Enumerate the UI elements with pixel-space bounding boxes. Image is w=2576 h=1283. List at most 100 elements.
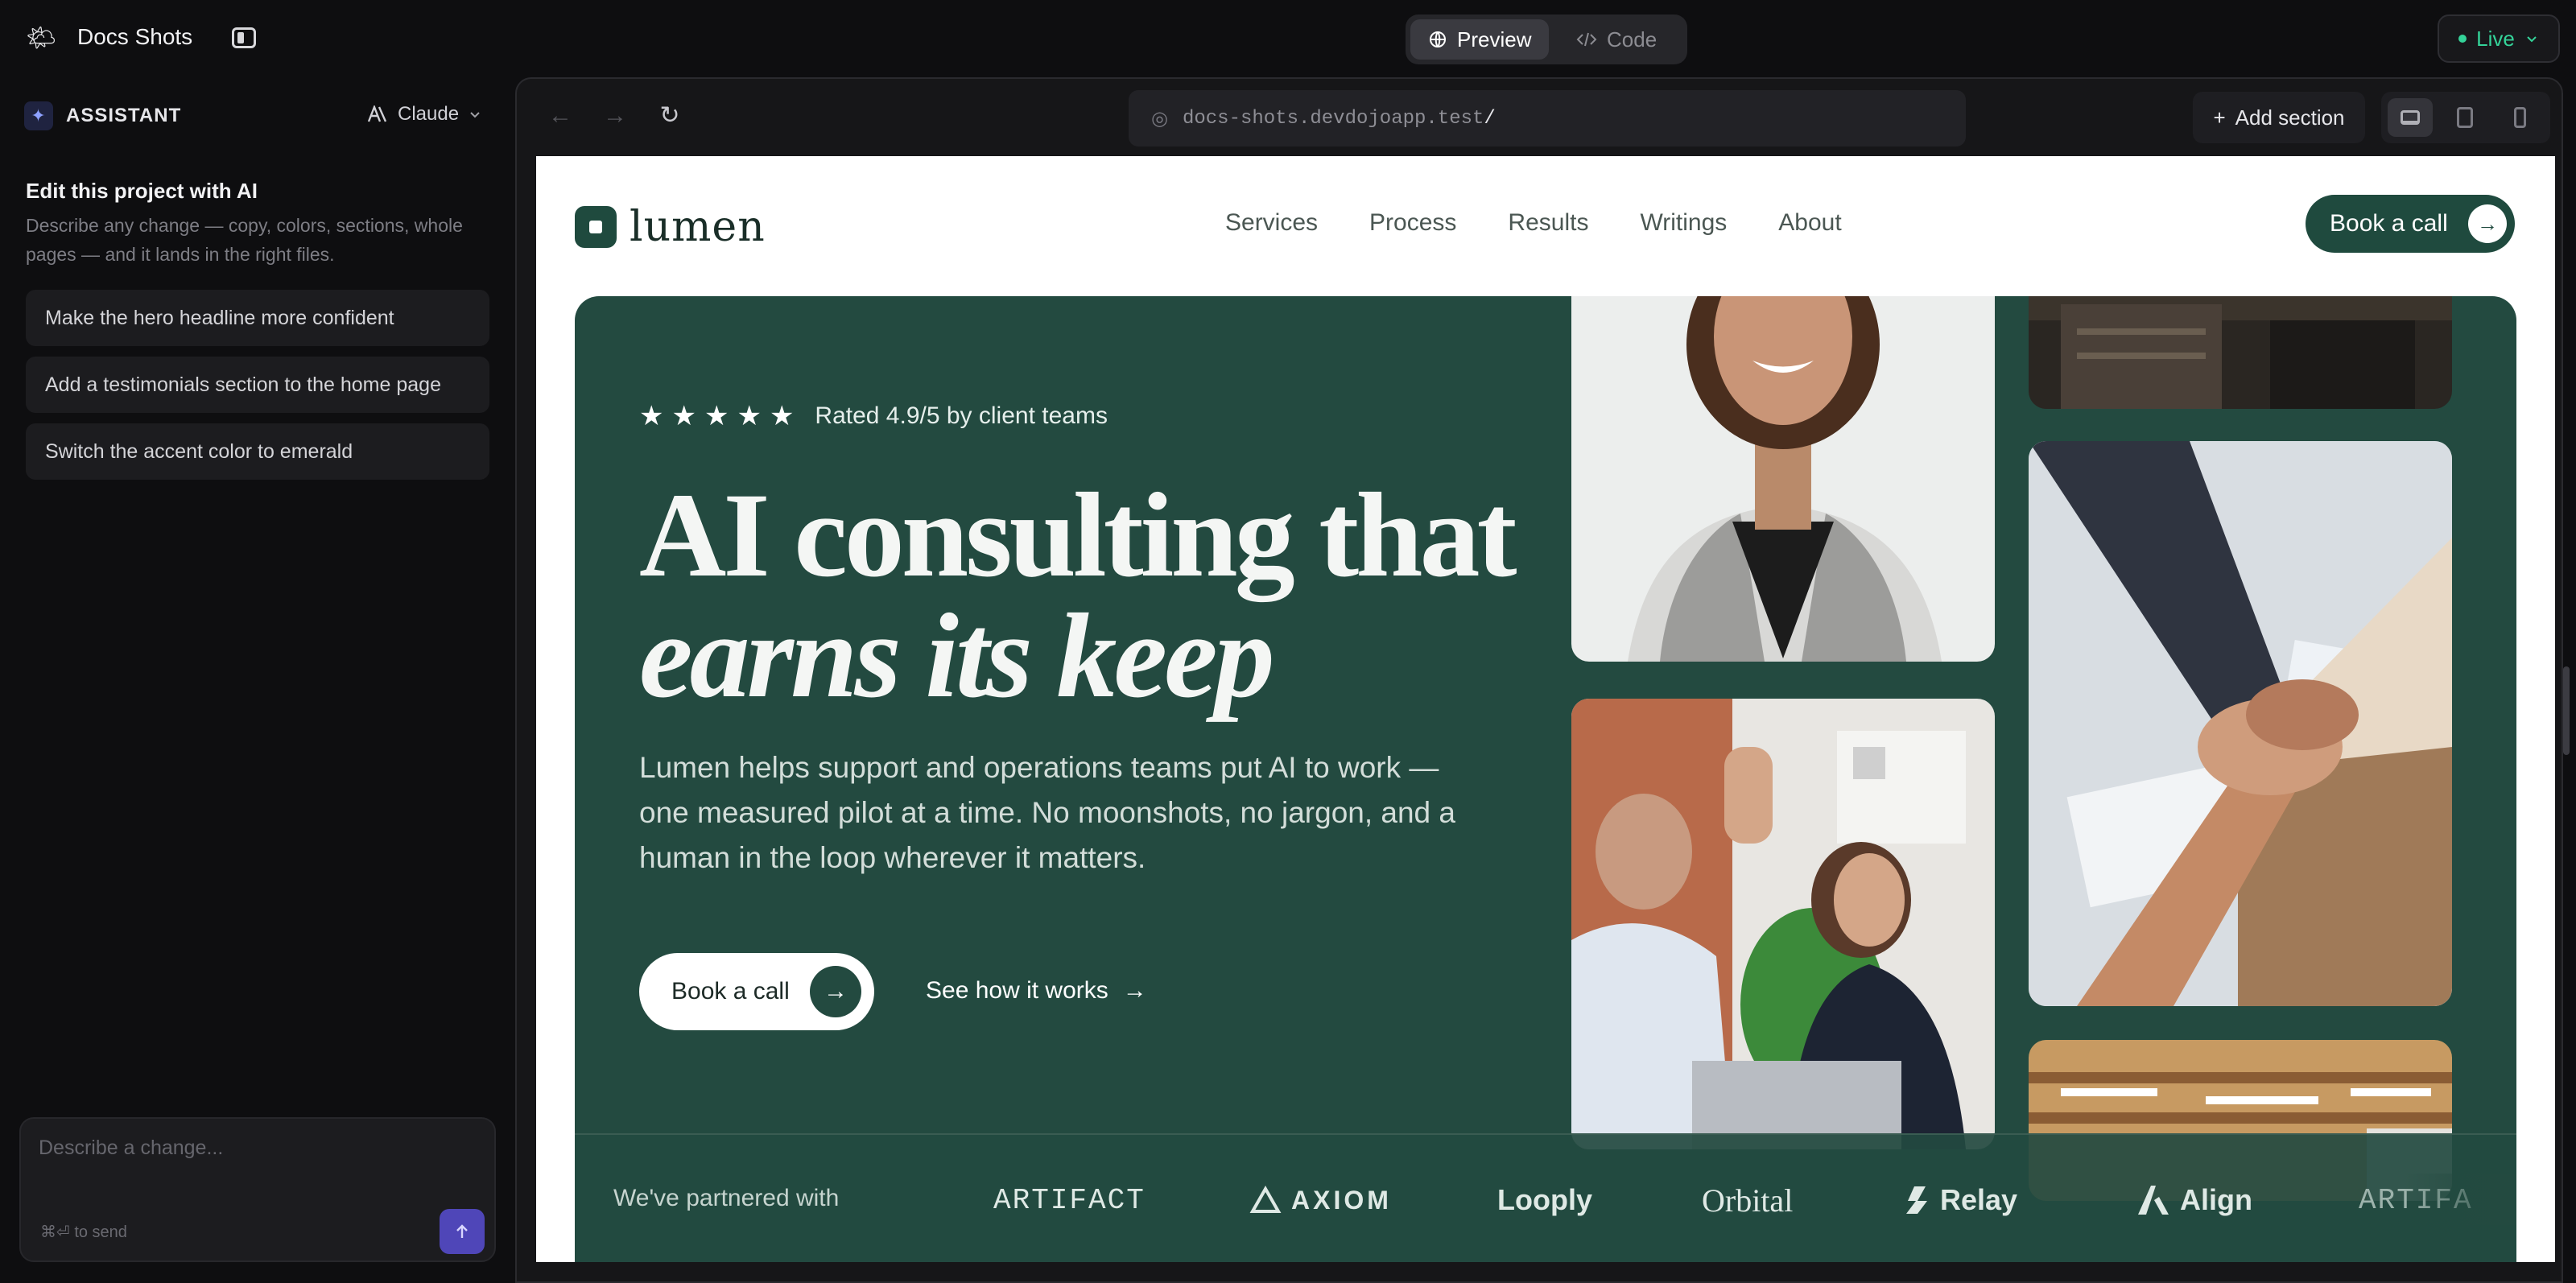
preview-scrollbar[interactable] <box>2563 666 2570 755</box>
brand-name: lumen <box>630 203 766 251</box>
sparkle-icon: ✦ <box>24 101 53 130</box>
star-icon: ★ <box>737 401 762 431</box>
live-dot-icon <box>2458 35 2467 43</box>
add-section-button[interactable]: + Add section <box>2193 92 2365 143</box>
partners-label: We've partnered with <box>613 1185 840 1211</box>
photo-stacked-hands <box>2029 441 2452 1006</box>
url-bar[interactable]: ◎ docs-shots.devdojoapp.test/ <box>1129 90 1966 146</box>
rating: ★ ★ ★ ★ ★ Rated 4.9/5 by client teams <box>639 402 1108 430</box>
browser-toolbar: ← → ↻ ◎ docs-shots.devdojoapp.test/ + Ad… <box>517 79 2562 156</box>
partner-logo-looply: Looply <box>1497 1180 1592 1220</box>
change-input[interactable] <box>39 1137 441 1160</box>
nav-book-call-label: Book a call <box>2330 210 2448 237</box>
partner-logo-align: Align <box>2136 1180 2252 1220</box>
sidebar-toggle-icon[interactable] <box>232 27 256 48</box>
arrow-up-icon <box>456 1224 468 1238</box>
app-top-bar: 🌤 Docs Shots Preview Code Live <box>0 0 2576 77</box>
assistant-panel: ✦ ASSISTANT Claude Edit this project wit… <box>0 77 509 1283</box>
arrow-right-icon: → <box>2468 204 2507 243</box>
suggestion-item[interactable]: Switch the accent color to emerald <box>26 423 489 480</box>
model-select[interactable]: Claude <box>367 103 481 126</box>
hero-book-call-label: Book a call <box>671 978 790 1005</box>
site-nav: Services Process Results Writings About <box>1225 209 1842 237</box>
partner-logo-name: Align <box>2180 1183 2252 1216</box>
tab-code[interactable]: Code <box>1558 19 1674 60</box>
edit-title: Edit this project with AI <box>26 179 258 203</box>
partner-logo-name: Relay <box>1940 1183 2018 1216</box>
forward-arrow-icon[interactable]: → <box>599 100 631 132</box>
hero-section: ★ ★ ★ ★ ★ Rated 4.9/5 by client teams AI… <box>575 296 2516 1262</box>
arrow-right-icon: → <box>810 966 861 1017</box>
url-host: docs-shots.devdojoapp.test <box>1182 107 1484 130</box>
hero-headline-line1: AI consulting that <box>639 468 1517 602</box>
star-icon: ★ <box>704 401 729 431</box>
mobile-view-icon[interactable] <box>2497 98 2542 137</box>
hero-headline: AI consulting that earns its keep <box>639 475 1517 723</box>
globe-icon: ◎ <box>1151 107 1168 130</box>
tab-preview[interactable]: Preview <box>1410 19 1550 60</box>
partner-logo-row: ARTIFACT AXIOM Looply Orbital Relay Alig… <box>993 1174 2516 1225</box>
partner-logo-name: AXIOM <box>1291 1185 1392 1215</box>
star-icon: ★ <box>769 401 795 431</box>
site-brand[interactable]: lumen <box>575 203 766 251</box>
partner-logo-orbital: Orbital <box>1702 1180 1793 1220</box>
chevron-down-icon <box>2527 36 2537 43</box>
preview-frame: ← → ↻ ◎ docs-shots.devdojoapp.test/ + Ad… <box>515 77 2563 1283</box>
photo-office-chairs <box>2029 296 2452 409</box>
assistant-header: ✦ ASSISTANT <box>24 101 181 130</box>
send-button[interactable] <box>440 1209 485 1254</box>
nav-process[interactable]: Process <box>1369 209 1456 237</box>
globe-icon <box>1430 31 1446 47</box>
back-arrow-icon[interactable]: ← <box>544 100 576 132</box>
send-hint: ⌘⏎ to send <box>40 1223 127 1241</box>
star-icon: ★ <box>639 401 664 431</box>
code-icon <box>1576 32 1597 47</box>
relay-mark-icon <box>1906 1186 1927 1214</box>
add-section-label: Add section <box>2235 105 2345 130</box>
chevron-down-icon <box>470 112 480 118</box>
app-title: Docs Shots <box>77 24 193 49</box>
anthropic-icon <box>367 105 387 122</box>
suggestion-item[interactable]: Add a testimonials section to the home p… <box>26 357 489 413</box>
partners-strip: We've partnered with ARTIFACT AXIOM Loop… <box>575 1133 2516 1262</box>
nav-book-call-button[interactable]: Book a call → <box>2306 195 2515 253</box>
photo-businesswoman <box>1571 296 1995 662</box>
edit-description: Describe any change — copy, colors, sect… <box>26 215 463 265</box>
model-select-label: Claude <box>398 103 460 125</box>
triangle-icon <box>1249 1186 1282 1213</box>
tab-code-label: Code <box>1607 27 1657 52</box>
partner-logo-name: Looply <box>1497 1183 1592 1216</box>
reload-icon[interactable]: ↻ <box>654 100 686 132</box>
composer: ⌘⏎ to send <box>19 1117 496 1262</box>
align-mark-icon <box>2138 1186 2169 1215</box>
url-path: / <box>1484 107 1496 130</box>
live-status-button[interactable]: Live <box>2438 14 2560 63</box>
nav-writings[interactable]: Writings <box>1640 209 1727 237</box>
partner-logo-relay: Relay <box>1903 1180 2017 1220</box>
website-preview: lumen Services Process Results Writings … <box>536 156 2555 1262</box>
nav-services[interactable]: Services <box>1225 209 1318 237</box>
hero-book-call-button[interactable]: Book a call → <box>639 953 874 1030</box>
partner-logo-name: Orbital <box>1702 1182 1794 1219</box>
partner-logo-artifact: ARTIFACT <box>993 1180 1146 1220</box>
rating-text: Rated 4.9/5 by client teams <box>815 402 1108 429</box>
desktop-view-icon[interactable] <box>2388 98 2433 137</box>
partner-logo-axiom: AXIOM <box>1249 1180 1392 1220</box>
nav-about[interactable]: About <box>1778 209 1841 237</box>
suggestion-item[interactable]: Make the hero headline more confident <box>26 290 489 346</box>
view-mode-switch: Preview Code <box>1406 14 1687 64</box>
arrow-right-icon: → <box>1122 977 1147 1004</box>
logo-row-fade <box>2404 1174 2516 1225</box>
brand-logo-icon <box>575 206 617 248</box>
star-icon: ★ <box>671 401 696 431</box>
hero-headline-line2: earns its keep <box>639 589 1275 723</box>
hero-lede: Lumen helps support and operations teams… <box>639 751 1455 874</box>
assistant-header-label: ASSISTANT <box>66 105 182 126</box>
tablet-view-icon[interactable] <box>2442 98 2487 137</box>
tab-preview-label: Preview <box>1457 27 1532 52</box>
device-switcher <box>2381 92 2550 143</box>
sun-cloud-icon: 🌤 <box>26 25 57 52</box>
partner-logo-name: ARTIFACT <box>993 1183 1146 1217</box>
see-how-it-works-link[interactable]: See how it works → <box>926 977 1147 1005</box>
nav-results[interactable]: Results <box>1508 209 1588 237</box>
